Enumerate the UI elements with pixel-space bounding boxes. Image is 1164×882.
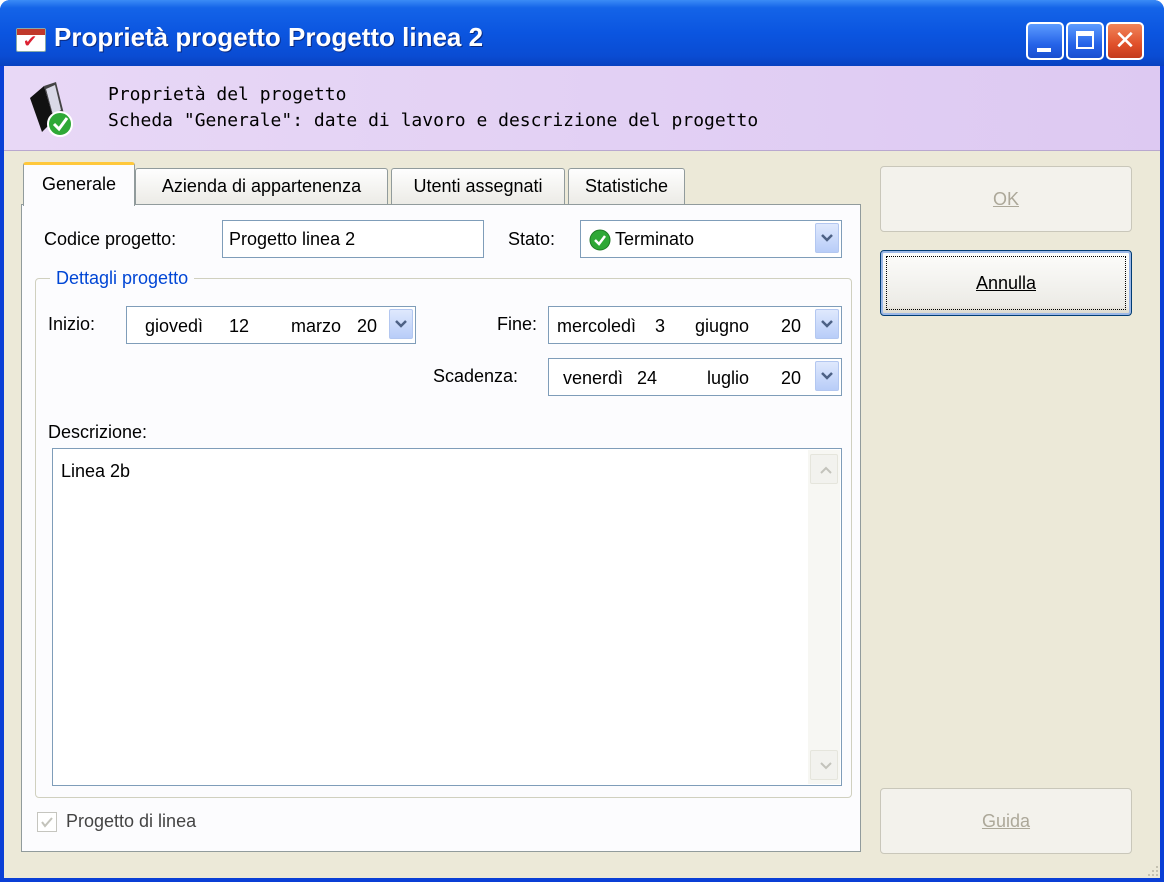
minimize-button[interactable] <box>1026 22 1064 60</box>
checkmark-icon <box>41 817 53 828</box>
descrizione-value: Linea 2b <box>61 461 131 481</box>
chevron-down-icon <box>821 234 833 242</box>
maximize-icon <box>1076 31 1094 49</box>
header-title: Proprietà del progetto <box>108 84 347 105</box>
resize-grip-icon[interactable] <box>1144 862 1160 878</box>
scadenza-date-picker[interactable]: venerdì 24 luglio 20 <box>548 358 842 396</box>
tab-azienda[interactable]: Azienda di appartenenza <box>135 168 388 204</box>
codice-label: Codice progetto: <box>44 229 177 249</box>
tab-utenti[interactable]: Utenti assegnati <box>391 168 565 204</box>
scadenza-label: Scadenza: <box>433 366 519 386</box>
progetto-linea-checkbox[interactable] <box>37 812 57 832</box>
header-description: Scheda "Generale": date di lavoro e desc… <box>108 110 759 131</box>
fine-weekday: mercoledì <box>557 316 637 336</box>
scadenza-weekday: venerdì <box>563 368 624 388</box>
chevron-down-icon <box>821 320 833 328</box>
inizio-year: 20 <box>357 316 378 336</box>
fine-dropdown-button[interactable] <box>815 309 839 339</box>
annulla-button[interactable]: Annulla <box>880 250 1132 316</box>
minimize-icon <box>1037 48 1051 52</box>
stato-label: Stato: <box>508 229 556 249</box>
chevron-up-icon <box>820 466 832 474</box>
dialog-window: ✔ Proprietà progetto Progetto linea 2 ✕ … <box>0 0 1164 882</box>
fine-date-picker[interactable]: mercoledì 3 giugno 20 <box>548 306 842 344</box>
dialog-header: Proprietà del progetto Scheda "Generale"… <box>4 66 1160 151</box>
fine-month: giugno <box>695 316 750 336</box>
tab-generale[interactable]: Generale <box>23 162 135 206</box>
scadenza-month: luglio <box>707 368 750 388</box>
stato-dropdown-button[interactable] <box>815 223 839 253</box>
scroll-down-button[interactable] <box>810 750 838 780</box>
project-properties-icon <box>30 82 73 137</box>
title-bar[interactable]: ✔ Proprietà progetto Progetto linea 2 ✕ <box>0 0 1164 66</box>
inizio-month: marzo <box>291 316 342 336</box>
ok-button[interactable]: OK <box>880 166 1132 232</box>
chevron-down-icon <box>395 320 407 328</box>
window-title: Proprietà progetto Progetto linea 2 <box>54 22 484 52</box>
inizio-label: Inizio: <box>48 314 96 334</box>
status-check-icon <box>589 229 611 251</box>
app-icon-check: ✔ <box>23 32 38 52</box>
guida-label: Guida <box>981 811 1031 831</box>
app-icon: ✔ <box>16 28 46 52</box>
codice-input[interactable]: Progetto linea 2 <box>222 220 484 258</box>
dettagli-group-title: Dettagli progetto <box>50 268 195 289</box>
fine-label: Fine: <box>497 314 538 334</box>
descrizione-textarea[interactable]: Linea 2b <box>52 448 842 786</box>
codice-value: Progetto linea 2 <box>229 229 356 249</box>
scadenza-year: 20 <box>781 368 802 388</box>
close-icon: ✕ <box>1114 26 1136 56</box>
scadenza-day: 24 <box>637 368 658 388</box>
scadenza-dropdown-button[interactable] <box>815 361 839 391</box>
descrizione-label: Descrizione: <box>48 422 148 442</box>
descrizione-scrollbar[interactable] <box>808 450 840 784</box>
chevron-down-icon <box>820 762 832 770</box>
annulla-label: Annulla <box>975 273 1037 293</box>
fine-year: 20 <box>781 316 802 336</box>
inizio-date-picker[interactable]: giovedì 12 marzo 20 <box>126 306 416 344</box>
guida-button[interactable]: Guida <box>880 788 1132 854</box>
inizio-dropdown-button[interactable] <box>389 309 413 339</box>
maximize-button[interactable] <box>1066 22 1104 60</box>
inizio-weekday: giovedì <box>145 316 204 336</box>
ok-label: OK <box>992 189 1019 209</box>
fine-day: 3 <box>655 316 666 336</box>
chevron-down-icon <box>821 372 833 380</box>
inizio-day: 12 <box>229 316 250 336</box>
progetto-linea-label: Progetto di linea <box>66 811 197 831</box>
stato-value: Terminato <box>615 229 695 249</box>
stato-select[interactable]: Terminato <box>580 220 842 258</box>
close-button[interactable]: ✕ <box>1106 22 1144 60</box>
scroll-up-button[interactable] <box>810 454 838 484</box>
tab-statistiche[interactable]: Statistiche <box>568 168 685 204</box>
